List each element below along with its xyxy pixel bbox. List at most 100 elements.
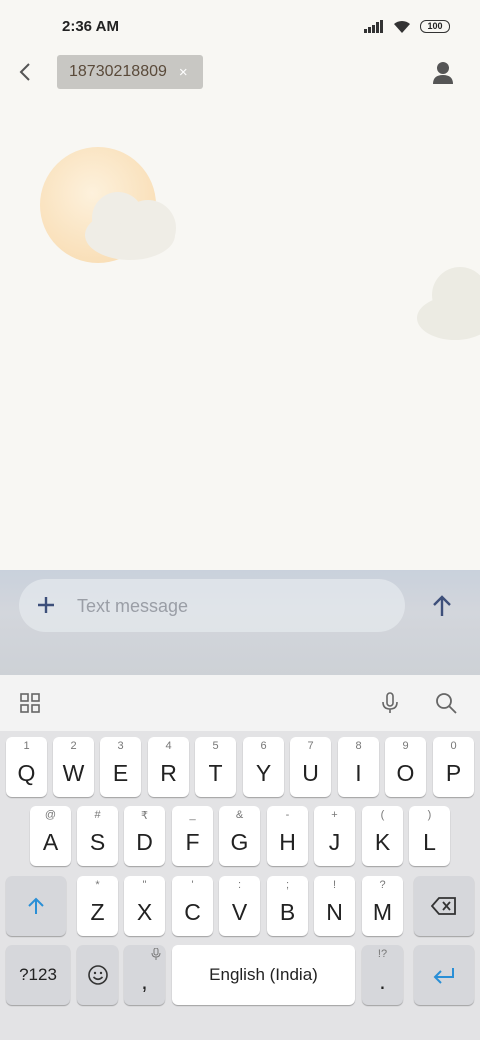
key-label: D [136,828,153,855]
key-g[interactable]: & G [219,806,260,866]
space-key-label: English (India) [209,965,318,984]
comma-label: , [141,967,148,994]
key-i[interactable]: 8I [338,737,379,797]
key-hint: 9 [402,740,409,752]
key-c[interactable]: ' C [172,876,213,936]
key-d[interactable]: ₹ D [124,806,165,866]
shift-key[interactable] [6,876,66,936]
key-hint: 4 [165,740,172,752]
mic-hint-icon [151,948,161,960]
symbols-key[interactable]: ?123 [6,945,70,1005]
status-time: 2:36 AM [62,18,119,35]
message-input[interactable] [75,579,399,634]
emoji-icon [87,965,108,985]
key-r[interactable]: 4R [148,737,189,797]
key-hint: ? [379,879,386,891]
search-icon[interactable] [434,691,458,715]
key-n[interactable]: ! N [314,876,355,936]
weather-decoration [40,147,480,340]
key-label: P [445,759,462,786]
key-s[interactable]: # S [77,806,118,866]
key-hint: & [235,809,244,821]
key-label: B [279,898,296,925]
key-m[interactable]: ? M [362,876,403,936]
conversation-header: 18730218809 × [0,50,480,96]
key-label: U [302,759,319,786]
key-p[interactable]: 0P [433,737,474,797]
key-k[interactable]: (K [362,806,403,866]
comma-key[interactable]: , [124,945,165,1005]
key-e[interactable]: 3E [100,737,141,797]
recipient-number: 18730218809 [69,63,167,80]
key-f[interactable]: _ F [172,806,213,866]
key-hint: ' [191,879,194,891]
key-label: A [42,828,59,855]
key-label: S [89,828,106,855]
apps-grid-icon[interactable] [18,691,42,715]
key-label: N [326,898,343,925]
key-hint: ) [427,809,432,821]
key-hint: 1 [23,740,30,752]
key-w[interactable]: 2W [53,737,94,797]
signal-icon [364,20,383,33]
key-l[interactable]: ) L [409,806,450,866]
key-label: R [160,759,177,786]
key-label: K [374,828,391,855]
message-input-pill [19,579,405,634]
key-label: O [396,759,415,786]
key-hint: 0 [450,740,457,752]
plus-icon[interactable] [33,591,59,619]
key-hint: ( [380,809,385,821]
chip-remove-icon[interactable]: × [179,64,188,81]
wifi-icon [394,20,410,33]
key-o[interactable]: 9O [385,737,426,797]
back-icon[interactable] [12,58,40,86]
backspace-key[interactable] [414,876,474,936]
key-b[interactable]: ; B [267,876,308,936]
key-q[interactable]: 1Q [6,737,47,797]
status-icons: 100 [364,19,450,34]
key-label: Z [90,898,105,925]
key-v[interactable]: :V [219,876,260,936]
contact-icon[interactable] [428,58,458,88]
microphone-icon[interactable] [378,691,402,715]
symbols-key-label: ?123 [19,965,57,984]
key-hint: 2 [70,740,77,752]
key-x[interactable]: " X [124,876,165,936]
key-z[interactable]: * Z [77,876,118,936]
key-hint: # [94,809,101,821]
recipient-chip[interactable]: 18730218809 × [57,55,203,89]
key-u[interactable]: 7U [290,737,331,797]
key-label: G [230,828,249,855]
key-hint: 7 [307,740,314,752]
key-hint: @ [44,809,57,821]
status-bar: 2:36 AM 100 [0,0,480,50]
key-j[interactable]: + J [314,806,355,866]
keyboard-toolbar [0,675,480,731]
space-key[interactable]: English (India) [172,945,355,1005]
key-y[interactable]: 6Y [243,737,284,797]
key-hint: 8 [355,740,362,752]
key-hint: 5 [212,740,219,752]
battery-icon: 100 [420,20,450,33]
enter-icon [433,968,454,984]
key-hint: !? [377,948,388,960]
key-t[interactable]: 5T [195,737,236,797]
send-icon[interactable] [426,590,458,622]
key-label: L [423,828,436,855]
key-label: W [62,759,85,786]
period-key[interactable]: !? . [362,945,403,1005]
key-hint: : [237,879,242,891]
key-label: H [279,828,296,855]
key-label: M [372,898,393,925]
keyboard: 1Q 2W 3E 4R 5T 6Y 7U 8I 9O 0P @ A # S ₹ D _… [0,731,480,1040]
key-a[interactable]: @ A [30,806,71,866]
key-hint: ! [332,879,337,891]
key-label: C [184,898,201,925]
emoji-key[interactable] [77,945,118,1005]
shift-arrow-icon [28,897,44,914]
key-hint: 3 [117,740,124,752]
period-label: . [379,967,386,994]
key-h[interactable]: -H [267,806,308,866]
enter-key[interactable] [414,945,474,1005]
